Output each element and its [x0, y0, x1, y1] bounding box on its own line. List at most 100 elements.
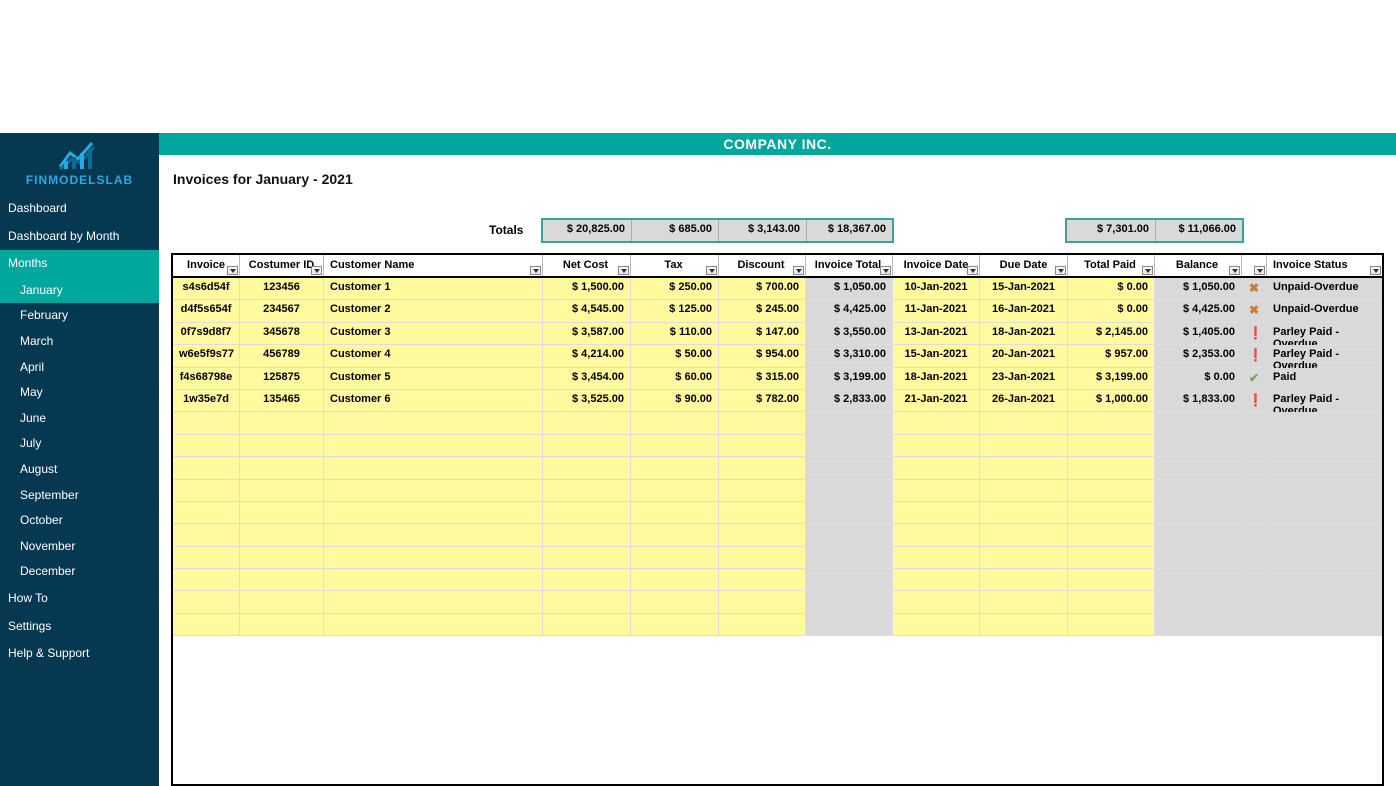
cell-status-icon[interactable]: ✔ [1242, 368, 1267, 389]
cell-invoice-date[interactable] [893, 480, 980, 501]
cell-invoice[interactable] [173, 569, 240, 590]
filter-icon[interactable] [706, 266, 717, 275]
cell-total-paid[interactable] [1068, 435, 1155, 456]
cell-invoice[interactable] [173, 435, 240, 456]
table-row[interactable] [173, 569, 1382, 591]
cell-balance[interactable] [1155, 569, 1242, 590]
cell-total-paid[interactable]: $ 3,199.00 [1068, 368, 1155, 389]
cell-discount[interactable] [719, 524, 806, 545]
cell-invoice-date[interactable]: 13-Jan-2021 [893, 323, 980, 344]
sidebar-sub-item[interactable]: January [0, 278, 159, 304]
cell-discount[interactable]: $ 954.00 [719, 345, 806, 366]
filter-icon[interactable] [1370, 266, 1381, 275]
cell-invoice-date[interactable]: 15-Jan-2021 [893, 345, 980, 366]
cell-balance[interactable] [1155, 412, 1242, 433]
filter-icon[interactable] [1254, 266, 1265, 275]
cell-balance[interactable]: $ 1,833.00 [1155, 390, 1242, 411]
cell-customer-name[interactable]: Customer 3 [324, 323, 543, 344]
sidebar-sub-item[interactable]: October [0, 508, 159, 534]
cell-discount[interactable]: $ 782.00 [719, 390, 806, 411]
cell-tax[interactable] [631, 591, 719, 612]
cell-due-date[interactable] [980, 591, 1068, 612]
sidebar-item[interactable]: Months [0, 250, 159, 278]
cell-invoice-date[interactable] [893, 524, 980, 545]
cell-due-date[interactable] [980, 569, 1068, 590]
cell-net-cost[interactable]: $ 3,587.00 [543, 323, 631, 344]
sidebar-item[interactable]: Dashboard [0, 195, 159, 223]
cell-total-paid[interactable] [1068, 457, 1155, 478]
cell-customer-id[interactable] [240, 502, 324, 523]
cell-status-icon[interactable]: ❗ [1242, 323, 1267, 344]
cell-due-date[interactable] [980, 502, 1068, 523]
cell-invoice-status[interactable] [1267, 435, 1382, 456]
cell-invoice[interactable] [173, 480, 240, 501]
cell-due-date[interactable]: 16-Jan-2021 [980, 300, 1068, 321]
cell-invoice[interactable] [173, 614, 240, 635]
cell-invoice[interactable]: d4f5s654f [173, 300, 240, 321]
table-row[interactable] [173, 524, 1382, 546]
cell-invoice[interactable] [173, 502, 240, 523]
cell-invoice-total[interactable] [806, 524, 893, 545]
filter-icon[interactable] [967, 266, 978, 275]
cell-customer-id[interactable] [240, 524, 324, 545]
cell-net-cost[interactable]: $ 3,454.00 [543, 368, 631, 389]
cell-tax[interactable]: $ 125.00 [631, 300, 719, 321]
sidebar-item[interactable]: Help & Support [0, 640, 159, 668]
cell-invoice-date[interactable] [893, 591, 980, 612]
cell-invoice[interactable] [173, 524, 240, 545]
cell-customer-name[interactable] [324, 502, 543, 523]
cell-tax[interactable]: $ 90.00 [631, 390, 719, 411]
sidebar-sub-item[interactable]: December [0, 559, 159, 585]
col-discount[interactable]: Discount [719, 255, 806, 276]
cell-balance[interactable] [1155, 524, 1242, 545]
cell-status-icon[interactable] [1242, 569, 1267, 590]
cell-invoice[interactable]: 0f7s9d8f7 [173, 323, 240, 344]
sidebar-sub-item[interactable]: February [0, 303, 159, 329]
cell-total-paid[interactable]: $ 1,000.00 [1068, 390, 1155, 411]
cell-invoice-date[interactable]: 11-Jan-2021 [893, 300, 980, 321]
cell-discount[interactable] [719, 457, 806, 478]
cell-net-cost[interactable] [543, 591, 631, 612]
cell-balance[interactable] [1155, 614, 1242, 635]
cell-invoice-status[interactable] [1267, 502, 1382, 523]
cell-status-icon[interactable]: ❗ [1242, 390, 1267, 411]
sidebar-sub-item[interactable]: April [0, 355, 159, 381]
cell-invoice-total[interactable]: $ 3,310.00 [806, 345, 893, 366]
cell-discount[interactable]: $ 245.00 [719, 300, 806, 321]
filter-icon[interactable] [793, 266, 804, 275]
cell-tax[interactable]: $ 110.00 [631, 323, 719, 344]
cell-net-cost[interactable] [543, 547, 631, 568]
cell-net-cost[interactable] [543, 524, 631, 545]
cell-customer-id[interactable]: 135465 [240, 390, 324, 411]
cell-net-cost[interactable] [543, 412, 631, 433]
cell-invoice-status[interactable] [1267, 480, 1382, 501]
cell-net-cost[interactable]: $ 4,214.00 [543, 345, 631, 366]
filter-icon[interactable] [1142, 266, 1153, 275]
cell-tax[interactable] [631, 502, 719, 523]
cell-customer-name[interactable] [324, 412, 543, 433]
filter-icon[interactable] [1055, 266, 1066, 275]
cell-discount[interactable] [719, 412, 806, 433]
cell-customer-name[interactable] [324, 614, 543, 635]
cell-net-cost[interactable] [543, 457, 631, 478]
sidebar-item[interactable]: Settings [0, 613, 159, 641]
table-row[interactable] [173, 591, 1382, 613]
table-row[interactable] [173, 614, 1382, 636]
cell-total-paid[interactable]: $ 2,145.00 [1068, 323, 1155, 344]
cell-balance[interactable]: $ 1,050.00 [1155, 278, 1242, 299]
col-customer-name[interactable]: Customer Name [324, 255, 543, 276]
cell-total-paid[interactable] [1068, 591, 1155, 612]
table-row[interactable]: 0f7s9d8f7345678Customer 3$ 3,587.00$ 110… [173, 323, 1382, 345]
cell-invoice-date[interactable]: 18-Jan-2021 [893, 368, 980, 389]
col-invoice-status[interactable]: Invoice Status [1267, 255, 1382, 276]
cell-balance[interactable] [1155, 457, 1242, 478]
table-row[interactable] [173, 435, 1382, 457]
cell-balance[interactable]: $ 0.00 [1155, 368, 1242, 389]
cell-status-icon[interactable]: ❗ [1242, 345, 1267, 366]
cell-invoice-total[interactable]: $ 1,050.00 [806, 278, 893, 299]
cell-balance[interactable] [1155, 547, 1242, 568]
cell-invoice-status[interactable] [1267, 614, 1382, 635]
col-invoice[interactable]: Invoice [173, 255, 240, 276]
cell-due-date[interactable] [980, 547, 1068, 568]
cell-due-date[interactable] [980, 412, 1068, 433]
